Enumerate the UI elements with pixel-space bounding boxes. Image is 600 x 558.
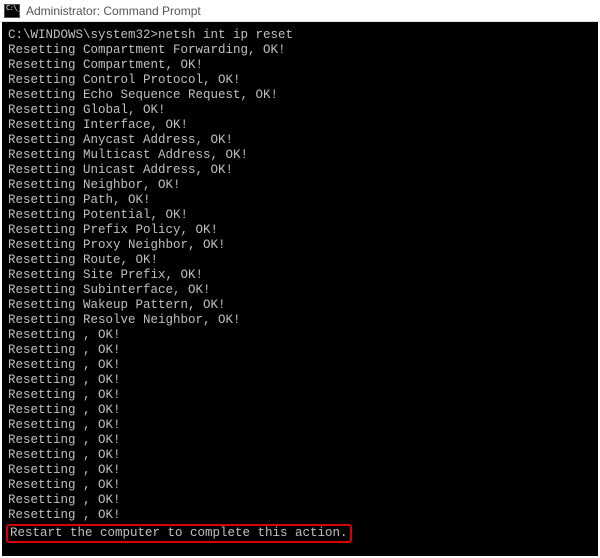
terminal-output[interactable]: C:\WINDOWS\system32>netsh int ip reset R… [2, 22, 598, 556]
window-titlebar: Administrator: Command Prompt [0, 0, 600, 22]
restart-message: Restart the computer to complete this ac… [10, 526, 348, 540]
command-text: netsh int ip reset [158, 28, 293, 42]
restart-message-highlight: Restart the computer to complete this ac… [6, 524, 352, 543]
window-title: Administrator: Command Prompt [26, 4, 201, 18]
prompt-line: C:\WINDOWS\system32>netsh int ip reset [8, 28, 293, 42]
prompt: C:\WINDOWS\system32> [8, 28, 158, 42]
output-lines: Resetting Compartment Forwarding, OK! Re… [8, 43, 286, 522]
cmd-icon [4, 4, 20, 18]
